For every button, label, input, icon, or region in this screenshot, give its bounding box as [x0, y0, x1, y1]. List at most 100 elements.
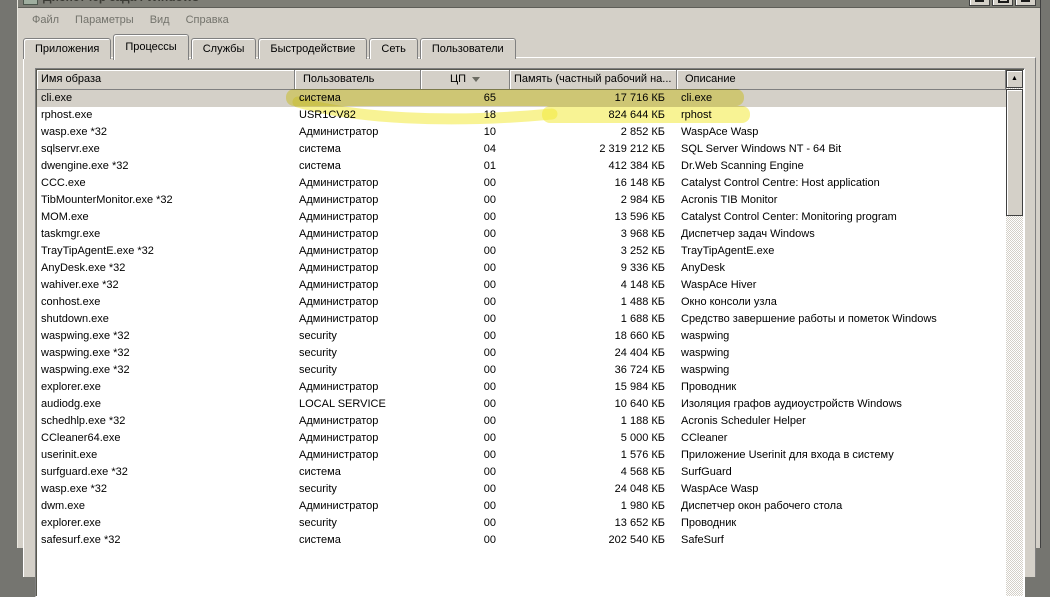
column-header-description[interactable]: Описание	[677, 70, 1006, 90]
cell-user: security	[299, 330, 337, 342]
tab-performance[interactable]: Быстродействие	[258, 38, 368, 59]
tab-processes[interactable]: Процессы	[113, 34, 189, 60]
scrollbar-thumb[interactable]	[1006, 89, 1023, 216]
cell-image-name: taskmgr.exe	[41, 228, 101, 240]
column-header-memory[interactable]: Память (частный рабочий на...	[510, 70, 677, 90]
cell-memory: 13 596 КБ	[614, 211, 665, 223]
cell-description: Диспетчер окон рабочего стола	[681, 500, 843, 512]
cell-user: Администратор	[299, 177, 379, 189]
process-row[interactable]: wahiver.exe *32 Администратор 00 4 148 К…	[37, 277, 1006, 294]
cell-description: Проводник	[681, 517, 737, 529]
cell-user: система	[299, 92, 341, 104]
cell-image-name: waspwing.exe *32	[41, 330, 130, 342]
minimize-button[interactable]	[969, 0, 990, 6]
tab-network[interactable]: Сеть	[369, 38, 418, 59]
cell-cpu: 00	[483, 262, 496, 274]
process-row[interactable]: dwengine.exe *32 система 01 412 384 КБ D…	[37, 158, 1006, 175]
cell-cpu: 00	[483, 228, 496, 240]
cell-description: Приложение Userinit для входа в систему	[681, 449, 894, 461]
process-row[interactable]: MOM.exe Администратор 00 13 596 КБ Catal…	[37, 209, 1006, 226]
cell-user: Администратор	[299, 296, 379, 308]
cell-user: Администратор	[299, 415, 379, 427]
tab-services[interactable]: Службы	[190, 38, 257, 59]
cell-memory: 2 852 КБ	[620, 126, 665, 138]
cell-image-name: wasp.exe *32	[41, 483, 108, 495]
cell-cpu: 00	[483, 211, 496, 223]
process-row[interactable]: waspwing.exe *32 security 00 24 404 КБ w…	[37, 345, 1006, 362]
menu-file[interactable]: Файл	[24, 11, 67, 29]
process-row[interactable]: surfguard.exe *32 система 00 4 568 КБ Su…	[37, 464, 1006, 481]
process-row[interactable]: explorer.exe Администратор 00 15 984 КБ …	[37, 379, 1006, 396]
process-table: Имя образа Пользователь ЦП Память (частн…	[35, 68, 1025, 597]
cell-cpu: 65	[483, 92, 496, 104]
process-row[interactable]: AnyDesk.exe *32 Администратор 00 9 336 К…	[37, 260, 1006, 277]
maximize-button[interactable]	[992, 0, 1013, 6]
cell-description: cli.exe	[681, 92, 713, 104]
menu-options[interactable]: Параметры	[67, 11, 142, 29]
column-header-label: Описание	[685, 73, 736, 85]
process-row[interactable]: CCleaner64.exe Администратор 00 5 000 КБ…	[37, 430, 1006, 447]
process-row[interactable]: rphost.exe USR1CV82 18 824 644 КБ rphost	[37, 107, 1006, 124]
close-button[interactable]	[1015, 0, 1036, 6]
process-row[interactable]: sqlservr.exe система 04 2 319 212 КБ SQL…	[37, 141, 1006, 158]
cell-description: SurfGuard	[681, 466, 732, 478]
cell-description: waspwing	[681, 347, 730, 359]
process-row[interactable]: TrayTipAgentE.exe *32 Администратор 00 3…	[37, 243, 1006, 260]
cell-memory: 24 404 КБ	[614, 347, 665, 359]
process-row[interactable]: wasp.exe *32 security 00 24 048 КБ WaspA…	[37, 481, 1006, 498]
cell-description: WaspAce Wasp	[681, 126, 759, 138]
process-row[interactable]: cli.exe система 65 17 716 КБ cli.exe	[37, 90, 1006, 107]
menu-view[interactable]: Вид	[142, 11, 178, 29]
cell-description: waspwing	[681, 364, 730, 376]
cell-user: Администратор	[299, 279, 379, 291]
title-bar[interactable]: Диспетчер задач Windows	[18, 0, 1040, 8]
process-row[interactable]: dwm.exe Администратор 00 1 980 КБ Диспет…	[37, 498, 1006, 515]
process-row[interactable]: userinit.exe Администратор 00 1 576 КБ П…	[37, 447, 1006, 464]
cell-description: Изоляция графов аудиоустройств Windows	[681, 398, 902, 410]
scroll-up-button[interactable]: ▲	[1006, 70, 1023, 88]
cell-user: LOCAL SERVICE	[299, 398, 386, 410]
cell-user: Администратор	[299, 211, 379, 223]
cell-user: USR1CV82	[299, 109, 356, 121]
cell-image-name: surfguard.exe *32	[41, 466, 128, 478]
cell-cpu: 00	[483, 449, 496, 461]
process-row[interactable]: CCC.exe Администратор 00 16 148 КБ Catal…	[37, 175, 1006, 192]
column-header-image-name[interactable]: Имя образа	[37, 70, 295, 90]
process-row[interactable]: taskmgr.exe Администратор 00 3 968 КБ Ди…	[37, 226, 1006, 243]
process-row[interactable]: wasp.exe *32 Администратор 10 2 852 КБ W…	[37, 124, 1006, 141]
app-icon	[23, 0, 38, 5]
cell-cpu: 00	[483, 313, 496, 325]
tab-users[interactable]: Пользователи	[419, 38, 516, 59]
cell-user: Администратор	[299, 500, 379, 512]
process-row[interactable]: conhost.exe Администратор 00 1 488 КБ Ок…	[37, 294, 1006, 311]
process-row[interactable]: audiodg.exe LOCAL SERVICE 00 10 640 КБ И…	[37, 396, 1006, 413]
column-header-user[interactable]: Пользователь	[295, 70, 421, 90]
process-row[interactable]: schedhlp.exe *32 Администратор 00 1 188 …	[37, 413, 1006, 430]
menu-help[interactable]: Справка	[178, 11, 237, 29]
cell-cpu: 00	[483, 534, 496, 546]
window-title: Диспетчер задач Windows	[43, 0, 199, 4]
cell-cpu: 18	[483, 109, 496, 121]
cell-cpu: 01	[483, 160, 496, 172]
cell-user: Администратор	[299, 381, 379, 393]
column-header-cpu[interactable]: ЦП	[421, 70, 510, 90]
process-row[interactable]: waspwing.exe *32 security 00 18 660 КБ w…	[37, 328, 1006, 345]
cell-memory: 3 252 КБ	[620, 245, 665, 257]
cell-image-name: sqlservr.exe	[41, 143, 100, 155]
tab-applications[interactable]: Приложения	[23, 38, 112, 59]
cell-cpu: 00	[483, 381, 496, 393]
vertical-scrollbar[interactable]: ▲	[1006, 70, 1023, 596]
cell-user: Администратор	[299, 432, 379, 444]
process-row[interactable]: explorer.exe security 00 13 652 КБ Прово…	[37, 515, 1006, 532]
cell-cpu: 00	[483, 415, 496, 427]
process-row[interactable]: TibMounterMonitor.exe *32 Администратор …	[37, 192, 1006, 209]
process-row[interactable]: shutdown.exe Администратор 00 1 688 КБ С…	[37, 311, 1006, 328]
cell-user: система	[299, 143, 341, 155]
process-row[interactable]: waspwing.exe *32 security 00 36 724 КБ w…	[37, 362, 1006, 379]
cell-description: TrayTipAgentE.exe	[681, 245, 775, 257]
process-row[interactable]: safesurf.exe *32 система 00 202 540 КБ S…	[37, 532, 1006, 549]
cell-cpu: 00	[483, 517, 496, 529]
cell-image-name: rphost.exe	[41, 109, 93, 121]
cell-description: WaspAce Wasp	[681, 483, 759, 495]
cell-cpu: 00	[483, 177, 496, 189]
